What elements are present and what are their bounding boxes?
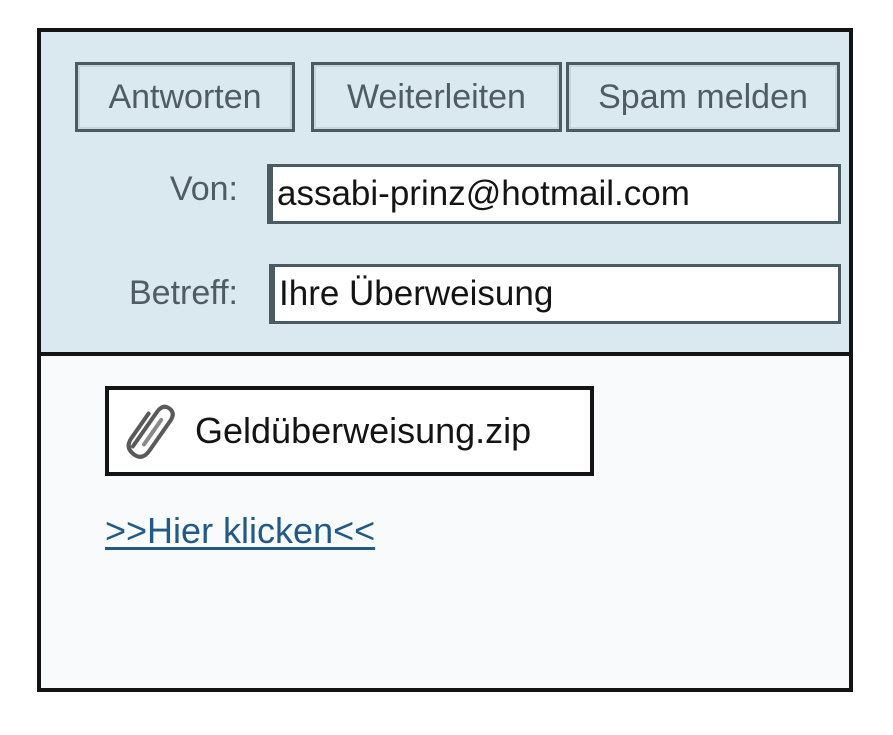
from-field[interactable]: assabi-prinz@hotmail.com xyxy=(267,164,841,224)
forward-button[interactable]: Weiterleiten xyxy=(311,62,562,132)
subject-label: Betreff: xyxy=(129,274,238,312)
email-window: Antworten Weiterleiten Spam melden Von: … xyxy=(37,28,853,692)
attachment-name: Geldüberweisung.zip xyxy=(195,410,532,451)
paperclip-icon xyxy=(123,398,179,464)
from-label: Von: xyxy=(169,170,238,208)
reply-button[interactable]: Antworten xyxy=(75,62,295,132)
subject-field[interactable]: Ihre Überweisung xyxy=(269,264,841,324)
report-spam-button[interactable]: Spam melden xyxy=(566,62,840,132)
click-here-link[interactable]: >>Hier klicken<< xyxy=(105,510,375,552)
email-header: Antworten Weiterleiten Spam melden Von: … xyxy=(41,32,849,356)
attachment[interactable]: Geldüberweisung.zip xyxy=(105,386,594,476)
